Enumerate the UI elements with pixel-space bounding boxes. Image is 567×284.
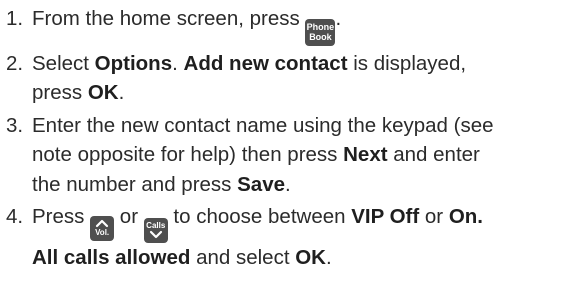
step-number: 2. (6, 51, 24, 75)
instruction-list: 1. From the home screen, press Phone Book… (0, 0, 567, 284)
step-2: 2. Select Options. Add new contact is di… (6, 49, 567, 108)
volume-up-key-icon: Vol. (90, 215, 115, 241)
phone-book-key-icon: Phone Book (305, 18, 336, 46)
step-number: 4. (6, 205, 24, 228)
step-4: 4. Press Vol. or Calls to choose between… (6, 202, 567, 272)
step-3: 3. Enter the new contact name using the … (6, 111, 567, 200)
step-1: 1. From the home screen, press Phone Book… (6, 4, 567, 46)
step-text: Select Options. Add new contact is displ… (32, 51, 467, 105)
step-number: 3. (6, 113, 24, 137)
calls-down-key-icon: Calls (143, 217, 168, 243)
step-number: 1. (6, 7, 24, 30)
step-text: From the home screen, press Phone Book. (26, 4, 567, 46)
step-text: Press Vol. or Calls to choose between VI… (32, 205, 483, 269)
step-text: Enter the new contact name using the key… (32, 113, 494, 196)
